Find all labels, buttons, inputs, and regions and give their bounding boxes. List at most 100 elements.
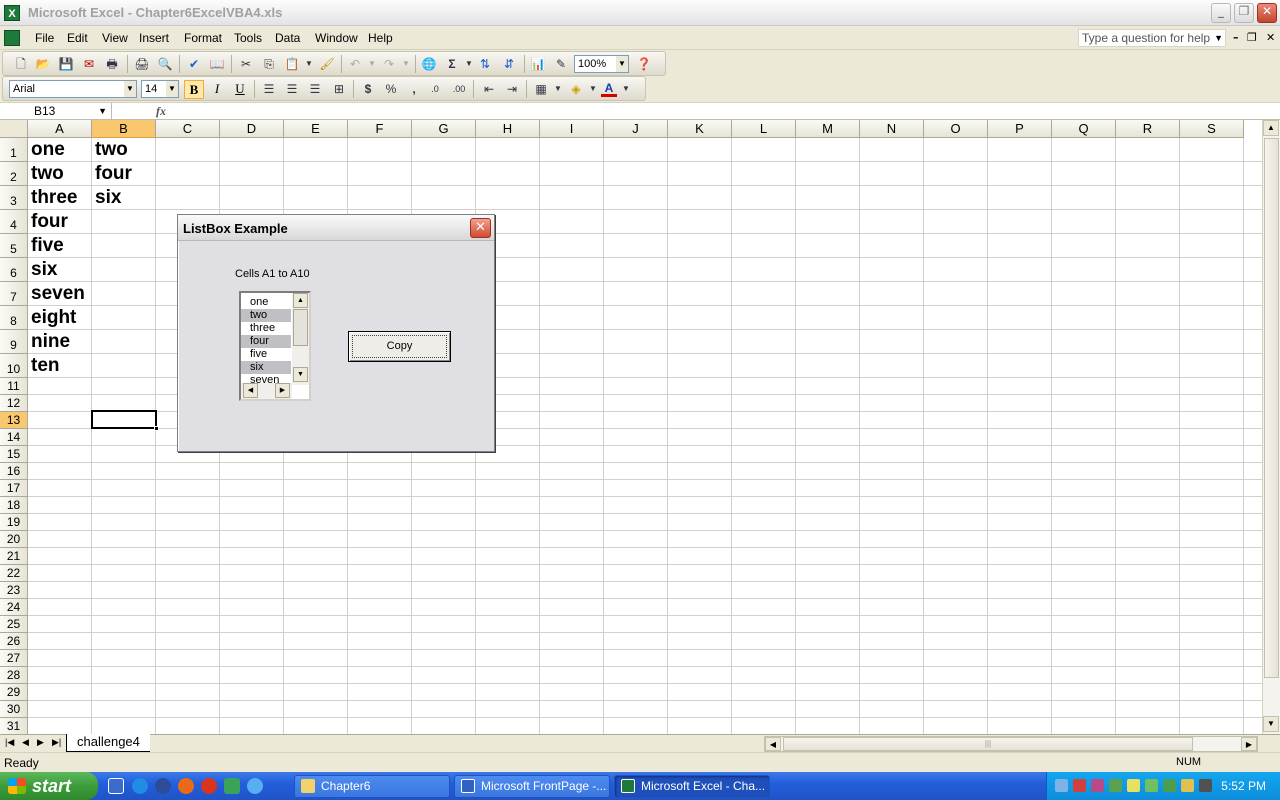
row-header-3[interactable]: 3 <box>0 186 28 210</box>
format-painter-icon[interactable]: 🖌 <box>319 56 335 72</box>
row-header-16[interactable]: 16 <box>0 463 28 480</box>
font-select[interactable]: Arial ▼ <box>9 80 137 98</box>
cells-listbox[interactable]: one two three four five six seven ▲ ▼ ◀ … <box>239 291 311 401</box>
row-header-4[interactable]: 4 <box>0 210 28 234</box>
cell-b2[interactable]: four <box>92 162 132 186</box>
menu-format[interactable]: Format <box>184 31 222 45</box>
menu-view[interactable]: View <box>102 31 128 45</box>
start-button[interactable]: start <box>0 772 98 800</box>
sort-descending-icon[interactable]: ⇵ <box>501 56 517 72</box>
permission-icon[interactable]: ✉ <box>81 56 97 72</box>
search-icon[interactable] <box>247 778 263 794</box>
column-header-a[interactable]: A <box>28 120 92 138</box>
horizontal-scroll-thumb[interactable]: ||| <box>783 737 1193 751</box>
menu-tools[interactable]: Tools <box>234 31 262 45</box>
menu-insert[interactable]: Insert <box>139 31 169 45</box>
antivirus-icon[interactable] <box>1091 779 1104 792</box>
row-header-14[interactable]: 14 <box>0 429 28 446</box>
network-icon[interactable] <box>1055 779 1068 792</box>
open-icon[interactable]: 📂 <box>35 56 51 72</box>
row-header-19[interactable]: 19 <box>0 514 28 531</box>
vertical-scrollbar[interactable]: ▲ ▼ <box>1262 120 1280 734</box>
scroll-right-icon[interactable]: ▶ <box>1241 737 1257 751</box>
row-header-11[interactable]: 11 <box>0 378 28 395</box>
excel-icon[interactable]: X <box>4 5 20 21</box>
scroll-right-icon[interactable]: ▶ <box>275 383 290 398</box>
column-header-h[interactable]: H <box>476 120 540 138</box>
listbox-vertical-scrollbar[interactable]: ▲ ▼ <box>292 293 309 385</box>
column-header-j[interactable]: J <box>604 120 668 138</box>
cut-icon[interactable]: ✂ <box>238 56 254 72</box>
cell-a6[interactable]: six <box>28 258 57 282</box>
task-frontpage[interactable]: Microsoft FrontPage -... <box>454 775 610 798</box>
increase-decimal-icon[interactable]: .0 <box>427 81 443 97</box>
menu-window[interactable]: Window <box>315 31 358 45</box>
cell-a3[interactable]: three <box>28 186 77 210</box>
column-header-i[interactable]: I <box>540 120 604 138</box>
cell-a5[interactable]: five <box>28 234 64 258</box>
save-icon[interactable]: 💾 <box>58 56 74 72</box>
align-right-icon[interactable]: ☰ <box>307 81 323 97</box>
task-chapter6[interactable]: Chapter6 <box>294 775 450 798</box>
cell-a2[interactable]: two <box>28 162 64 186</box>
column-header-b[interactable]: B <box>92 120 156 138</box>
list-item[interactable]: two <box>241 309 291 322</box>
column-header-q[interactable]: Q <box>1052 120 1116 138</box>
workbook-icon[interactable] <box>4 30 20 46</box>
row-header-7[interactable]: 7 <box>0 282 28 306</box>
chart-wizard-icon[interactable]: 📊 <box>530 56 546 72</box>
pen-icon[interactable] <box>1181 779 1194 792</box>
cell-a9[interactable]: nine <box>28 330 70 354</box>
list-item[interactable]: four <box>241 335 291 348</box>
cell-a8[interactable]: eight <box>28 306 76 330</box>
music-icon[interactable] <box>224 778 240 794</box>
select-all-corner[interactable] <box>0 120 28 138</box>
align-center-icon[interactable]: ☰ <box>284 81 300 97</box>
menu-edit[interactable]: Edit <box>67 31 88 45</box>
security-icon[interactable] <box>1073 779 1086 792</box>
chevron-down-icon[interactable]: ▼ <box>616 56 628 72</box>
name-box[interactable]: B13 ▼ <box>2 103 112 120</box>
show-desktop-icon[interactable] <box>108 778 124 794</box>
autosum-icon[interactable]: Σ <box>444 56 460 72</box>
firefox-icon[interactable] <box>178 778 194 794</box>
drawing-icon[interactable]: ✎ <box>553 56 569 72</box>
decrease-indent-icon[interactable]: ⇤ <box>481 81 497 97</box>
row-header-2[interactable]: 2 <box>0 162 28 186</box>
camera-icon[interactable] <box>1199 779 1212 792</box>
chevron-down-icon[interactable]: ▼ <box>98 103 107 119</box>
media-player-icon[interactable] <box>155 778 171 794</box>
list-item[interactable]: six <box>241 361 291 374</box>
minimize-button[interactable]: _ <box>1211 3 1231 23</box>
scroll-down-icon[interactable]: ▼ <box>293 367 308 382</box>
row-header-29[interactable]: 29 <box>0 684 28 701</box>
column-header-o[interactable]: O <box>924 120 988 138</box>
scroll-left-icon[interactable]: ◀ <box>243 383 258 398</box>
help-icon[interactable]: ❓ <box>636 56 652 72</box>
column-header-m[interactable]: M <box>796 120 860 138</box>
workbook-minimize-icon[interactable]: – <box>1233 31 1239 44</box>
row-header-5[interactable]: 5 <box>0 234 28 258</box>
print-preview-icon[interactable]: 🔍 <box>157 56 173 72</box>
new-icon[interactable]: 🗋 <box>13 56 29 72</box>
task-excel[interactable]: Microsoft Excel - Cha... <box>614 775 770 798</box>
column-header-l[interactable]: L <box>732 120 796 138</box>
copy-icon[interactable]: ⎘ <box>261 56 277 72</box>
dialog-title-bar[interactable]: ListBox Example ✕ <box>178 215 494 241</box>
email-icon[interactable]: 🖶 <box>104 56 120 72</box>
column-header-k[interactable]: K <box>668 120 732 138</box>
row-header-23[interactable]: 23 <box>0 582 28 599</box>
close-button[interactable]: ✕ <box>1257 3 1277 23</box>
menu-data[interactable]: Data <box>275 31 300 45</box>
browser-icon[interactable] <box>201 778 217 794</box>
prev-sheet-icon[interactable]: ◀ <box>22 737 29 748</box>
undo-icon[interactable]: ↶ <box>347 56 363 72</box>
increase-indent-icon[interactable]: ⇥ <box>504 81 520 97</box>
column-header-p[interactable]: P <box>988 120 1052 138</box>
font-size-select[interactable]: 14 ▼ <box>141 80 179 98</box>
row-header-9[interactable]: 9 <box>0 330 28 354</box>
horizontal-scrollbar[interactable]: ◀ ||| ▶ <box>764 736 1258 752</box>
chevron-down-icon[interactable]: ▼ <box>618 81 634 97</box>
chevron-down-icon[interactable]: ▼ <box>166 81 178 97</box>
row-header-1[interactable]: 1 <box>0 138 28 162</box>
